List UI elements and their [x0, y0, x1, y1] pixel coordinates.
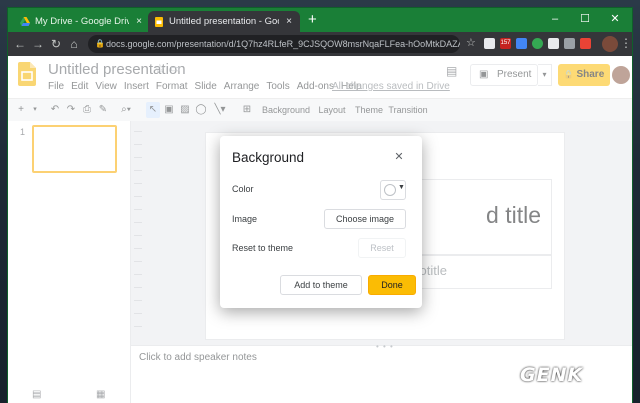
- reset-button[interactable]: Reset: [358, 238, 406, 258]
- color-label: Color: [232, 184, 254, 194]
- browser-titlebar: My Drive - Google Drive × Untitled prese…: [8, 8, 632, 32]
- done-button[interactable]: Done: [368, 275, 416, 295]
- maximize-button[interactable]: ☐: [570, 8, 600, 32]
- lock-icon: 🔒: [95, 39, 105, 48]
- choose-image-button[interactable]: Choose image: [324, 209, 406, 229]
- bookmark-star-icon[interactable]: ☆: [466, 36, 476, 49]
- close-window-button[interactable]: ✕: [600, 8, 630, 32]
- color-swatch: [384, 184, 396, 196]
- image-label: Image: [232, 214, 258, 224]
- forward-button[interactable]: →: [30, 36, 46, 52]
- extension-icon[interactable]: [564, 38, 575, 49]
- close-icon[interactable]: ✕: [392, 150, 406, 163]
- color-picker[interactable]: ▼: [380, 180, 406, 200]
- extension-icon[interactable]: [516, 38, 527, 49]
- tab-close-icon[interactable]: ×: [284, 16, 294, 27]
- tab-close-icon[interactable]: ×: [134, 16, 144, 27]
- url-text: docs.google.com/presentation/d/1Q7hz4RLf…: [106, 39, 460, 49]
- back-button[interactable]: ←: [12, 36, 28, 52]
- reset-label: Reset to theme: [232, 243, 294, 253]
- tab-title: Untitled presentation - Google Sli: [169, 16, 279, 27]
- address-bar[interactable]: 🔒 docs.google.com/presentation/d/1Q7hz4R…: [88, 35, 460, 53]
- new-tab-button[interactable]: +: [308, 11, 317, 29]
- tab-title: My Drive - Google Drive: [35, 16, 129, 27]
- browser-toolbar: ← → ↻ ⌂ 🔒 docs.google.com/presentation/d…: [8, 32, 632, 56]
- extension-badge-icon[interactable]: 157: [500, 38, 511, 49]
- browser-menu-icon[interactable]: ⋮: [620, 36, 632, 50]
- background-dialog: Background ✕ Color ▼ Image Choose image …: [220, 136, 422, 308]
- tab-my-drive[interactable]: My Drive - Google Drive ×: [14, 11, 150, 32]
- extension-icon[interactable]: [532, 38, 543, 49]
- browser-window: My Drive - Google Drive × Untitled prese…: [8, 8, 632, 403]
- google-slides-icon: [155, 16, 163, 27]
- reload-button[interactable]: ↻: [48, 36, 64, 52]
- extension-icon[interactable]: [580, 38, 591, 49]
- home-button[interactable]: ⌂: [66, 36, 82, 52]
- watermark-logo: GENK: [520, 364, 584, 386]
- extension-icon[interactable]: [484, 38, 495, 49]
- add-to-theme-button[interactable]: Add to theme: [280, 275, 362, 295]
- extension-icon[interactable]: [548, 38, 559, 49]
- tab-untitled-presentation[interactable]: Untitled presentation - Google Sli ×: [148, 11, 300, 32]
- google-drive-icon: [20, 16, 30, 26]
- browser-profile-avatar[interactable]: [602, 36, 618, 52]
- dialog-title: Background: [232, 150, 305, 165]
- chevron-down-icon: ▼: [398, 184, 405, 191]
- minimize-button[interactable]: –: [540, 8, 570, 32]
